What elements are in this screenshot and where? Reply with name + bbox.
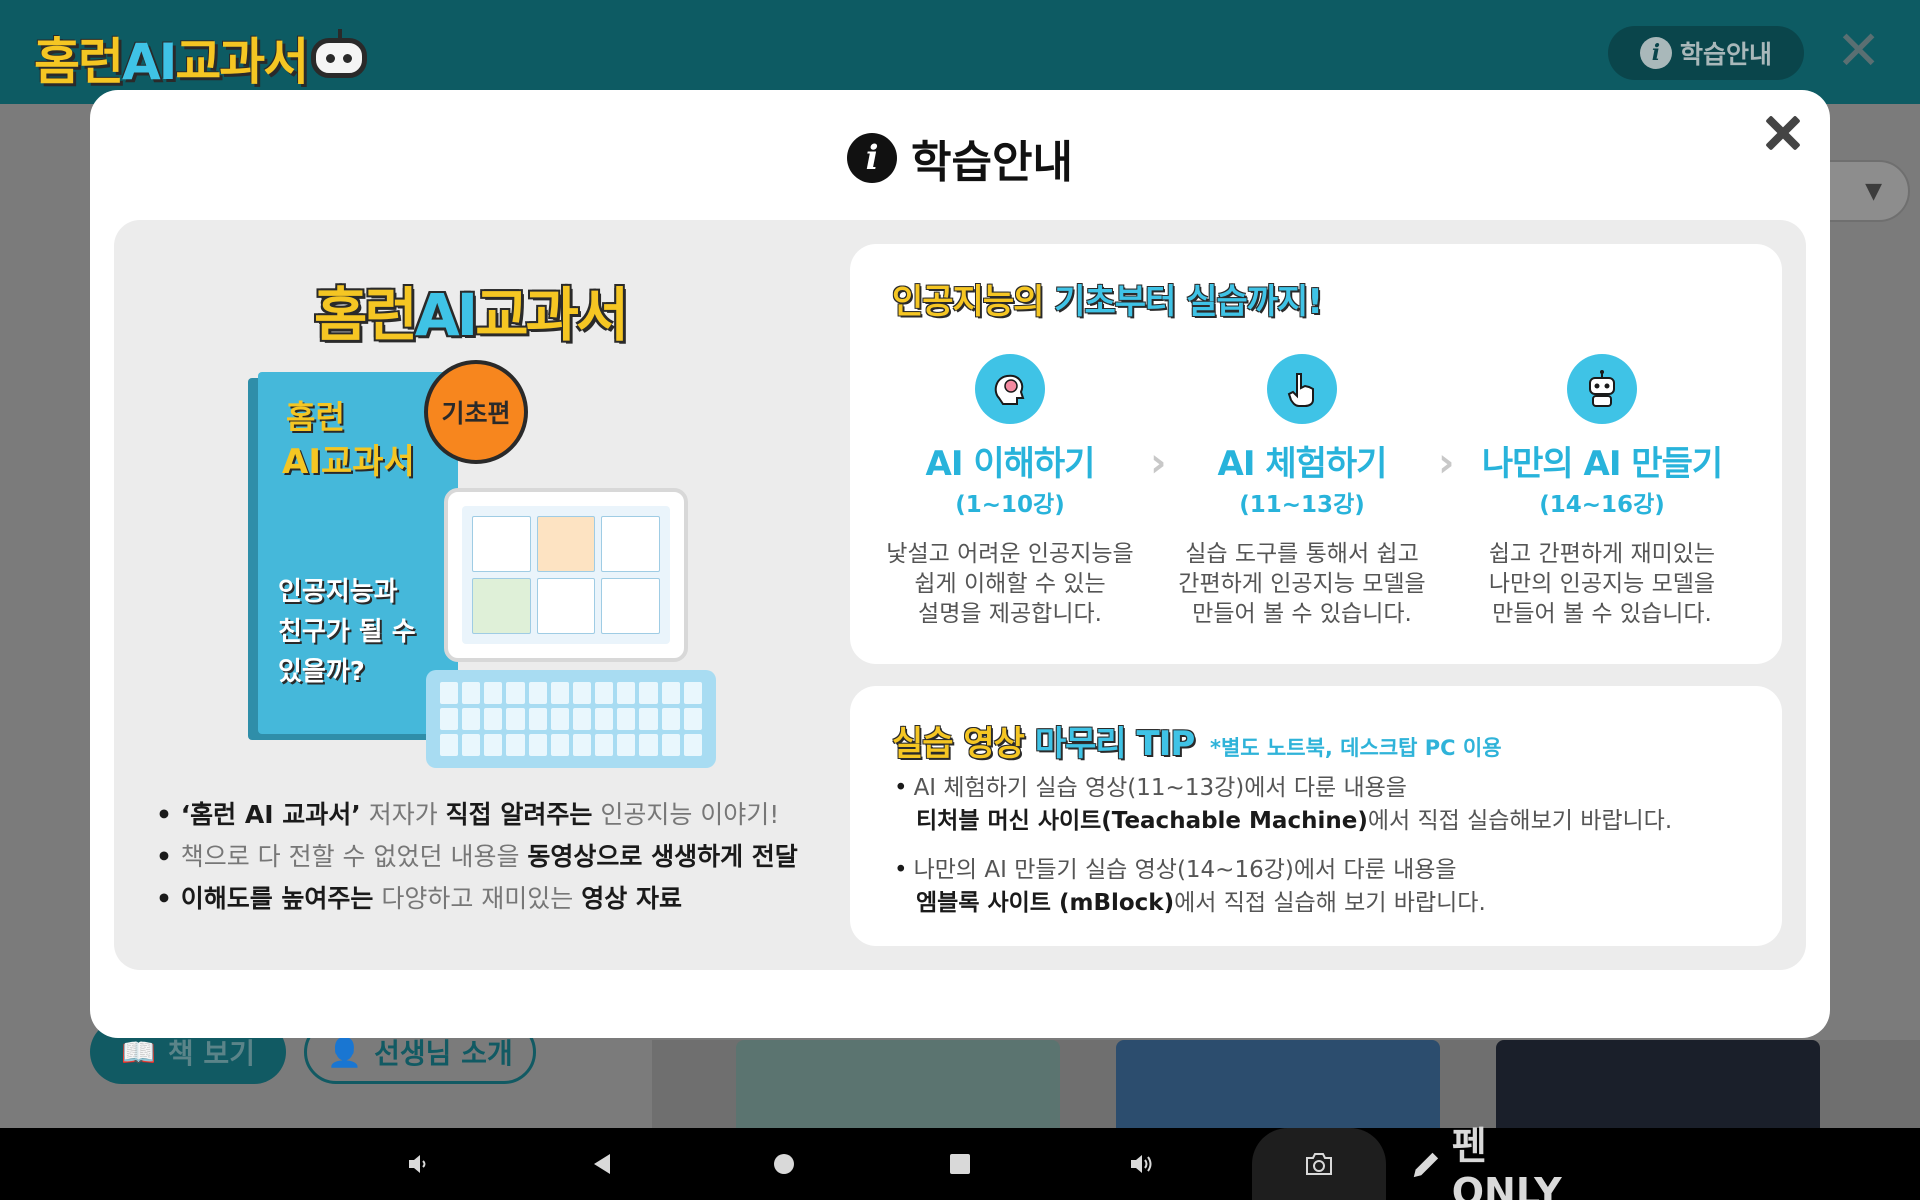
tablet-image [444,488,688,662]
recent-apps-icon[interactable] [940,1128,980,1200]
promo-bullet-list: ‘홈런 AI 교과서’ 저자가 직접 알려주는 인공지능 이야기! 책으로 다 … [156,794,798,920]
modal-close-icon[interactable] [1758,108,1808,158]
volume-up-icon[interactable] [1122,1128,1162,1200]
modal-title: i 학습안내 [90,126,1830,190]
list-item: 책으로 다 전할 수 없었던 내용을 동영상으로 생생하게 전달 [156,836,798,878]
pen-only-label: 펜 ONLY [1451,1123,1562,1200]
modal-content: 홈런AI교과서 홈런 AI교과서 인공지능과 친구가 될 수 있을까? 기초편 … [114,220,1806,970]
pen-only-toggle[interactable]: 펜 ONLY [1410,1124,1600,1200]
learning-guide-modal: i 학습안내 홈런AI교과서 홈런 AI교과서 인공지능과 친구가 될 수 있을… [90,90,1830,1038]
modal-title-text: 학습안내 [911,137,1073,188]
app-header: 홈런AI교과서 i 학습안내 ✕ [0,0,1920,104]
pencil-icon [1413,1152,1439,1178]
tips-card: 실습 영상 마무리 TIP *별도 노트북, 데스크탑 PC 이용 • AI 체험… [850,686,1782,946]
list-item: 이해도를 높여주는 다양하고 재미있는 영상 자료 [156,878,798,920]
pointing-hand-icon [1267,354,1337,424]
step-experience: AI 체험하기 (11~13강) 실습 도구를 통해서 쉽고 간편하게 인공지능… [1162,354,1442,629]
tip-item: • 나만의 AI 만들기 실습 영상(14~16강)에서 다룬 내용을 엠블록 사… [894,857,1486,916]
home-icon[interactable] [764,1128,804,1200]
video-thumbnail [1116,1040,1440,1128]
robot-icon [1567,354,1637,424]
logo-text-homerun: 홈런 [34,33,124,91]
robot-logo-icon [311,29,368,78]
list-item: ‘홈런 AI 교과서’ 저자가 직접 알려주는 인공지능 이야기! [156,794,798,836]
logo-text-textbook: 교과서 [175,33,309,91]
back-icon[interactable] [582,1128,622,1200]
tips-headline: 실습 영상 마무리 TIP [892,724,1195,764]
app-logo: 홈런AI교과서 [34,22,368,94]
brain-head-icon [975,354,1045,424]
screenshot-camera-icon[interactable] [1252,1128,1386,1200]
person-icon: 👤 [327,1035,363,1069]
video-thumbnail [736,1040,1060,1128]
step-understand: AI 이해하기 (1~10강) 낯설고 어려운 인공지능을 쉽게 이해할 수 있… [870,354,1150,629]
tips-note: *별도 노트북, 데스크탑 PC 이용 [1210,736,1502,760]
book-icon: 📖 [121,1035,156,1069]
logo-text-ai: AI [122,33,177,91]
steps-headline: 인공지능의 기초부터 실습까지! [892,282,1323,322]
system-navigation-bar: 펜 ONLY [0,1124,1920,1200]
steps-card: 인공지능의 기초부터 실습까지! AI 이해하기 (1~10강) 낯설고 어려운… [850,244,1782,664]
header-info-label: 학습안내 [1679,40,1772,69]
header-info-button[interactable]: i 학습안내 [1608,26,1804,80]
header-close-icon[interactable]: ✕ [1836,24,1881,78]
volume-down-icon[interactable] [398,1128,438,1200]
chevron-right-icon: › [1438,440,1455,486]
tip-item: • AI 체험하기 실습 영상(11~13강)에서 다룬 내용을 티처블 머신 사… [894,775,1673,834]
step-build: 나만의 AI 만들기 (14~16강) 쉽고 간편하게 재미있는 나만의 인공지… [1462,354,1742,629]
info-icon: i [1639,37,1672,69]
info-icon: i [847,133,898,183]
promo-logo: 홈런AI교과서 [314,281,629,349]
keyboard-image [426,670,716,768]
book-edition-badge: 기초편 [424,360,528,464]
